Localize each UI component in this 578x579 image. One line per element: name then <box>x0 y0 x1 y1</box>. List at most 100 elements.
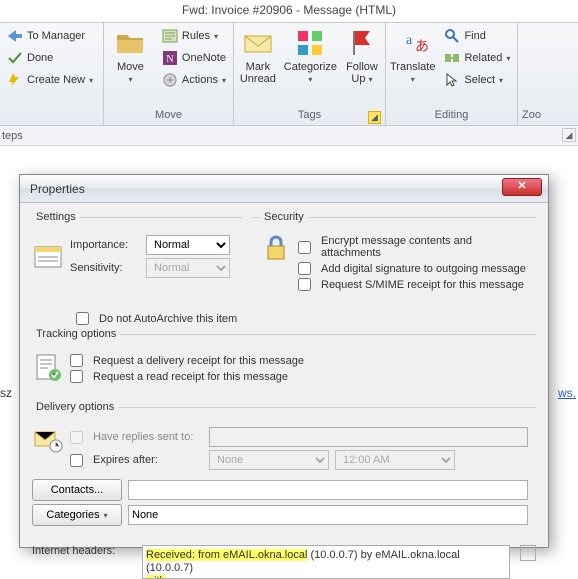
delivery-legend: Delivery options <box>32 401 118 413</box>
group-label-tags: Tags ◢ <box>238 109 381 125</box>
replies-label: Have replies sent to: <box>93 431 203 443</box>
group-label-editing: Editing <box>390 109 513 125</box>
headers-expand-button[interactable] <box>520 545 536 561</box>
ribbon: To Manager Done Create New ▾ Move ▾ <box>0 22 578 126</box>
folder-move-icon <box>114 27 146 59</box>
expires-date-select[interactable]: None <box>209 450 329 470</box>
window-title: Fwd: Invoice #20906 - Message (HTML) <box>0 0 578 22</box>
delivery-icon <box>32 424 64 456</box>
label: Rules <box>182 30 210 42</box>
hyperlink-fragment[interactable]: ws. <box>558 386 576 400</box>
label: Follow <box>346 61 378 73</box>
label: Up <box>351 73 365 85</box>
internet-headers-textbox[interactable]: Received: from eMAIL.okna.local (10.0.0.… <box>142 545 510 579</box>
actions-icon <box>162 72 178 88</box>
quick-done[interactable]: Done <box>4 48 99 68</box>
label: Request a read receipt for this message <box>93 371 288 383</box>
categories-button[interactable]: Categories ▾ <box>32 504 122 526</box>
header-highlight: Received: from eMAIL.okna.local <box>146 549 307 561</box>
label: Move <box>117 61 144 73</box>
contacts-input[interactable] <box>128 480 528 500</box>
expires-checkbox[interactable] <box>70 454 83 467</box>
dialog-titlebar[interactable]: Properties ✕ <box>20 175 548 203</box>
translate-icon: aあ <box>397 27 429 59</box>
chevron-down-icon: ▾ <box>128 75 132 84</box>
receipt-icon <box>32 351 64 383</box>
chevron-down-icon: ▾ <box>104 511 108 520</box>
label: Add digital signature to outgoing messag… <box>321 263 526 275</box>
properties-dialog: Properties ✕ Settings Importance: Normal <box>19 174 549 548</box>
categories-input[interactable] <box>128 505 528 525</box>
smime-checkbox[interactable] <box>298 278 311 291</box>
encrypt-checkbox[interactable] <box>298 241 311 254</box>
label: Mark <box>246 61 270 73</box>
onenote-icon: N <box>162 50 178 66</box>
settings-legend: Settings <box>32 211 80 223</box>
properties-icon <box>32 241 64 273</box>
group-label-move: Move <box>108 109 229 125</box>
label: Categorize <box>284 61 337 73</box>
read-receipt-checkbox[interactable] <box>70 370 83 383</box>
close-button[interactable]: ✕ <box>502 178 542 196</box>
move-button[interactable]: Move ▾ <box>108 25 153 86</box>
chevron-down-icon: ▾ <box>499 76 503 85</box>
chevron-down-icon: ▾ <box>214 32 218 41</box>
expires-time-select[interactable]: 12:00 AM <box>335 450 455 470</box>
categorize-button[interactable]: Categorize ▾ <box>284 25 337 86</box>
replies-input[interactable] <box>209 427 528 447</box>
chevron-down-icon: ▾ <box>411 75 415 84</box>
sensitivity-select[interactable]: Normal <box>146 258 230 278</box>
text-fragment: sz <box>0 386 12 400</box>
expires-label: Expires after: <box>93 454 203 466</box>
delivery-receipt-checkbox[interactable] <box>70 354 83 367</box>
mark-unread-button[interactable]: MarkUnread <box>238 25 278 85</box>
contacts-button[interactable]: Contacts... <box>32 479 122 501</box>
chevron-down-icon: ▾ <box>506 54 510 63</box>
lightning-icon <box>7 72 23 88</box>
autoarchive-checkbox[interactable] <box>76 312 89 325</box>
actions-button[interactable]: Actions ▾ <box>159 70 229 90</box>
chevron-down-icon: ▾ <box>369 75 373 84</box>
label: Translate <box>390 61 435 73</box>
svg-text:N: N <box>166 54 173 65</box>
label: Encrypt message contents and attachments <box>321 235 528 259</box>
group-label-zoom: Zoo <box>522 109 538 125</box>
svg-text:あ: あ <box>415 39 429 55</box>
chevron-down-icon: ▾ <box>222 76 226 85</box>
check-icon <box>7 50 23 66</box>
find-button[interactable]: Find <box>441 26 513 46</box>
cursor-icon <box>444 72 460 88</box>
quick-steps-launcher[interactable]: ◢ <box>562 128 576 142</box>
tags-dialog-launcher[interactable]: ◢ <box>368 111 381 124</box>
forward-icon <box>7 28 23 44</box>
translate-button[interactable]: aあ Translate ▾ <box>390 25 435 86</box>
label: Related <box>464 52 502 64</box>
quick-to-manager[interactable]: To Manager <box>4 26 99 46</box>
flag-icon <box>346 27 378 59</box>
group-label <box>4 109 99 125</box>
security-legend: Security <box>260 211 308 223</box>
label: To Manager <box>27 30 85 42</box>
follow-up-button[interactable]: FollowUp ▾ <box>343 25 381 86</box>
categories-icon <box>294 27 326 59</box>
find-icon <box>444 28 460 44</box>
quick-create-new[interactable]: Create New ▾ <box>4 70 99 90</box>
replies-checkbox[interactable] <box>70 431 83 444</box>
sign-checkbox[interactable] <box>298 262 311 275</box>
label: Actions <box>182 74 218 86</box>
chevron-down-icon: ▾ <box>89 76 93 85</box>
label: OneNote <box>182 52 226 64</box>
rules-button[interactable]: Rules ▾ <box>159 26 229 46</box>
importance-select[interactable]: Normal <box>146 235 230 255</box>
label: Find <box>464 30 485 42</box>
select-button[interactable]: Select▾ <box>441 70 513 90</box>
label: Unread <box>240 73 276 85</box>
onenote-button[interactable]: N OneNote <box>159 48 229 68</box>
headers-label: Internet headers: <box>32 545 136 557</box>
related-button[interactable]: Related ▾ <box>441 48 513 68</box>
sensitivity-label: Sensitivity: <box>70 262 140 274</box>
tracking-legend: Tracking options <box>32 328 120 340</box>
chevron-down-icon: ▾ <box>308 75 312 84</box>
rules-icon <box>162 28 178 44</box>
label: Do not AutoArchive this item <box>99 313 237 325</box>
